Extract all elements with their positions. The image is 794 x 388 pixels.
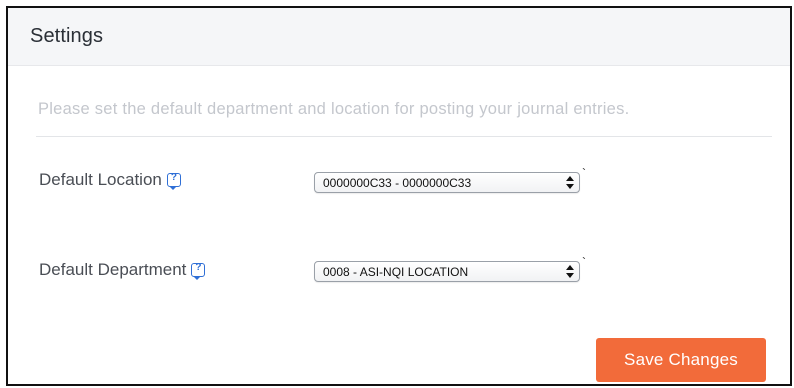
default-location-select[interactable]: 0000000C33 - 0000000C33 [314, 172, 580, 193]
backtick-glyph: ` [582, 255, 586, 269]
default-department-label-text: Default Department [39, 260, 187, 279]
help-icon[interactable] [191, 262, 206, 280]
default-department-selected-value: 0008 - ASI-NQI LOCATION [323, 264, 469, 279]
default-location-selected-value: 0000000C33 - 0000000C33 [323, 175, 472, 190]
default-department-label: Default Department [39, 260, 206, 280]
backtick-glyph: ` [582, 166, 586, 180]
divider [36, 136, 772, 137]
default-location-label-text: Default Location [39, 170, 162, 189]
select-arrows-icon [566, 265, 574, 278]
help-icon[interactable] [166, 172, 181, 190]
default-department-select[interactable]: 0008 - ASI-NQI LOCATION [314, 261, 580, 282]
page-title: Settings [30, 25, 104, 47]
settings-panel: Settings Please set the default departme… [6, 6, 792, 386]
settings-description: Please set the default department and lo… [38, 100, 630, 118]
save-changes-button[interactable]: Save Changes [596, 338, 766, 382]
select-arrows-icon [566, 176, 574, 189]
default-location-label: Default Location [39, 170, 181, 190]
panel-header: Settings [8, 8, 790, 66]
